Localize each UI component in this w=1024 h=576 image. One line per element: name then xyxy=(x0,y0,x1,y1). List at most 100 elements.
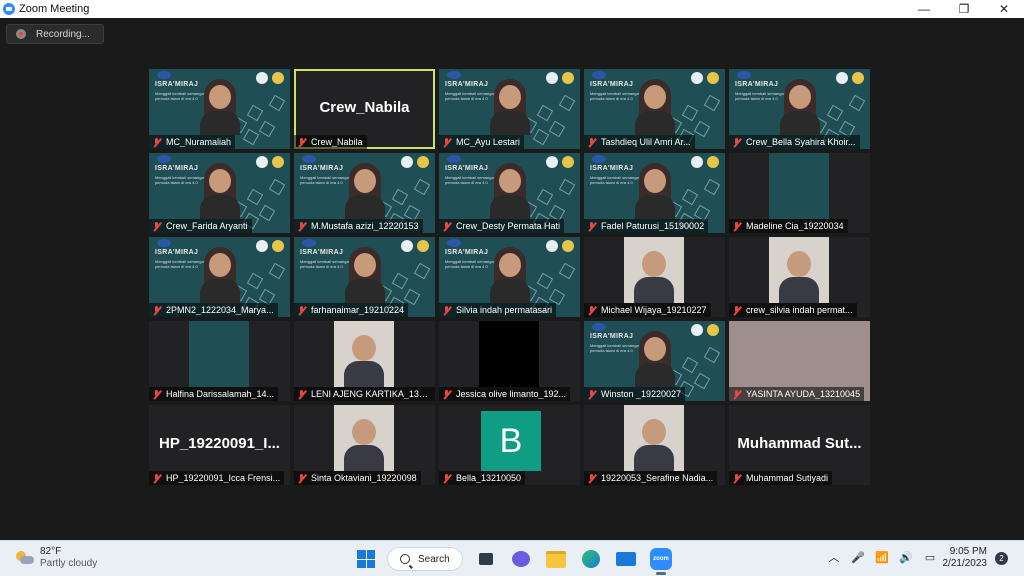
weather-widget[interactable]: 82°F Partly cloudy xyxy=(16,546,97,570)
clock-date: 2/21/2023 xyxy=(942,558,988,569)
participant-tile[interactable]: 19220053_Serafine Nadia... xyxy=(584,405,725,485)
participant-name: Crew_Desty Permata Hati xyxy=(456,221,561,231)
participant-tile[interactable]: ISRA'MIRAJ Menggali kembali semangat pem… xyxy=(149,153,290,233)
muted-mic-icon xyxy=(586,305,598,316)
participant-tile[interactable]: LENI AJENG KARTIKA_131... xyxy=(294,321,435,401)
edge-button[interactable] xyxy=(577,545,605,573)
participant-tile[interactable]: ISRA'MIRAJ Menggali kembali semangat pem… xyxy=(149,69,290,149)
participant-display-name: Crew_Nabila xyxy=(319,99,410,116)
participant-tile[interactable]: Michael Wijaya_19210227 xyxy=(584,237,725,317)
participant-nameplate: M.Mustafa azizi_12220153 xyxy=(294,219,423,233)
wifi-icon[interactable]: 📶 xyxy=(874,549,890,565)
participant-tile[interactable]: YASINTA AYUDA_13210045 xyxy=(729,321,870,401)
participant-video xyxy=(189,321,249,387)
windows-start-button[interactable] xyxy=(352,545,380,573)
participant-name: YASINTA AYUDA_13210045 xyxy=(746,389,861,399)
participant-nameplate: Muhammad Sutiyadi xyxy=(729,471,833,485)
participant-video xyxy=(198,77,242,135)
participant-tile[interactable]: Jessica olive limanto_192... xyxy=(439,321,580,401)
participant-tile[interactable]: ISRA'MIRAJ Menggali kembali semangat pem… xyxy=(439,69,580,149)
muted-mic-icon xyxy=(151,137,163,148)
organization-seal-icon xyxy=(562,72,574,84)
task-view-button[interactable] xyxy=(472,545,500,573)
chevron-up-icon[interactable]: ︿ xyxy=(826,549,842,565)
campus-seal-icon xyxy=(691,324,703,336)
participant-tile[interactable]: HP_19220091_I... HP_19220091_Icca Frensi… xyxy=(149,405,290,485)
participant-video xyxy=(488,161,532,219)
campus-seal-icon xyxy=(546,72,558,84)
file-explorer-button[interactable] xyxy=(542,545,570,573)
search-label: Search xyxy=(418,553,450,565)
participant-name: Crew_Bella Syahira Khoir... xyxy=(746,137,856,147)
muted-mic-icon xyxy=(441,389,453,400)
event-logo xyxy=(592,71,606,79)
notification-badge[interactable]: 2 xyxy=(995,552,1008,565)
muted-mic-icon xyxy=(441,473,453,484)
maximize-button[interactable]: ❐ xyxy=(944,0,984,18)
participant-tile[interactable]: Madeline Cia_19220034 xyxy=(729,153,870,233)
event-logo xyxy=(302,239,316,247)
participant-photo xyxy=(769,237,829,303)
microphone-icon[interactable]: 🎤 xyxy=(850,549,866,565)
participant-tile[interactable]: ISRA'MIRAJ Menggali kembali semangat pem… xyxy=(729,69,870,149)
active-app-indicator xyxy=(656,572,666,575)
muted-mic-icon xyxy=(441,221,453,232)
participant-tile[interactable]: ISRA'MIRAJ Menggali kembali semangat pem… xyxy=(294,237,435,317)
muted-mic-icon xyxy=(151,473,163,484)
volume-icon[interactable]: 🔊 xyxy=(898,549,914,565)
muted-mic-icon xyxy=(441,305,453,316)
participant-tile[interactable]: Halfina Darissalamah_14... xyxy=(149,321,290,401)
recording-indicator[interactable]: Recording... xyxy=(6,24,104,44)
participant-video xyxy=(488,245,532,303)
campus-seal-icon xyxy=(691,72,703,84)
battery-icon[interactable]: ▭ xyxy=(922,549,938,565)
participant-name: MC_Ayu Lestari xyxy=(456,137,520,147)
participant-nameplate: Fadel Paturusi_15190002 xyxy=(584,219,709,233)
participant-tile[interactable]: ISRA'MIRAJ Menggali kembali semangat pem… xyxy=(149,237,290,317)
participant-name: 19220053_Serafine Nadia... xyxy=(601,473,714,483)
campus-seal-icon xyxy=(256,240,268,252)
campus-seal-icon xyxy=(691,156,703,168)
participant-tile[interactable]: ISRA'MIRAJ Menggali kembali semangat pem… xyxy=(439,237,580,317)
close-button[interactable]: ✕ xyxy=(984,0,1024,18)
event-logo xyxy=(447,155,461,163)
participant-tile[interactable]: Crew_Nabila Crew_Nabila xyxy=(294,69,435,149)
clock[interactable]: 9:05 PM 2/21/2023 xyxy=(939,546,988,570)
participant-video xyxy=(633,329,677,387)
taskbar-search[interactable]: Search xyxy=(387,547,463,571)
participant-tile[interactable]: ISRA'MIRAJ Menggali kembali semangat pem… xyxy=(584,69,725,149)
muted-mic-icon xyxy=(586,137,598,148)
event-title: ISRA'MIRAJ xyxy=(590,165,634,172)
participant-photo xyxy=(624,237,684,303)
participant-name: Michael Wijaya_19210227 xyxy=(601,305,707,315)
window-controls: — ❐ ✕ xyxy=(904,0,1024,18)
participant-tile[interactable]: ISRA'MIRAJ Menggali kembali semangat pem… xyxy=(584,321,725,401)
participant-tile[interactable]: Sinta Oktaviani_19220098 xyxy=(294,405,435,485)
chat-button[interactable] xyxy=(507,545,535,573)
mail-button[interactable] xyxy=(612,545,640,573)
event-title: ISRA'MIRAJ xyxy=(735,81,779,88)
event-title: ISRA'MIRAJ xyxy=(445,165,489,172)
participant-display-name: HP_19220091_I... xyxy=(159,435,280,452)
participant-tile[interactable]: ISRA'MIRAJ Menggali kembali semangat pem… xyxy=(584,153,725,233)
organization-seal-icon xyxy=(707,72,719,84)
campus-seal-icon xyxy=(401,156,413,168)
participant-tile[interactable]: B Bella_13210050 xyxy=(439,405,580,485)
muted-mic-icon xyxy=(731,305,743,316)
participant-tile[interactable]: crew_silvia indah permat... xyxy=(729,237,870,317)
muted-mic-icon xyxy=(731,389,743,400)
mail-icon xyxy=(616,552,636,566)
participant-tile[interactable]: ISRA'MIRAJ Menggali kembali semangat pem… xyxy=(294,153,435,233)
recording-label: Recording... xyxy=(36,28,90,40)
organization-seal-icon xyxy=(272,72,284,84)
minimize-button[interactable]: — xyxy=(904,0,944,18)
zoom-taskbar-button[interactable]: zoom xyxy=(647,545,675,575)
participant-tile[interactable]: ISRA'MIRAJ Menggali kembali semangat pem… xyxy=(439,153,580,233)
gallery-view: ISRA'MIRAJ Menggali kembali semangat pem… xyxy=(149,69,875,485)
campus-seal-icon xyxy=(256,156,268,168)
participant-nameplate: HP_19220091_Icca Frensi... xyxy=(149,471,285,485)
campus-seal-icon xyxy=(546,156,558,168)
participant-tile[interactable]: Muhammad Sut... Muhammad Sutiyadi xyxy=(729,405,870,485)
organization-seal-icon xyxy=(852,72,864,84)
participant-name: farhanaimar_19210224 xyxy=(311,305,405,315)
